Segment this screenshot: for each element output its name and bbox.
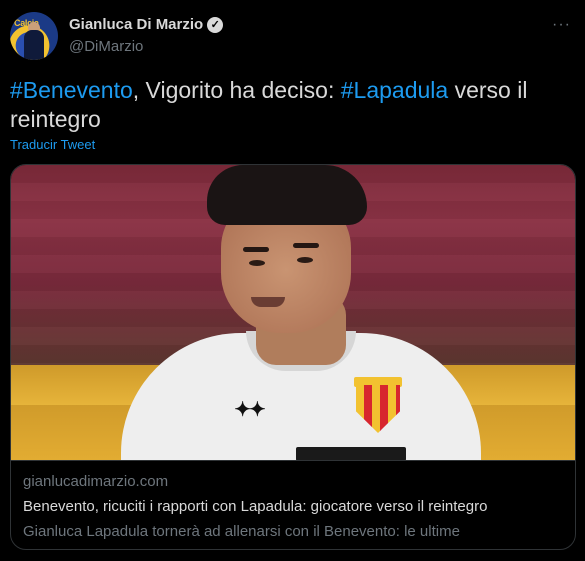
player-eye-left	[249, 260, 265, 266]
card-description: Gianluca Lapadula tornerà ad allenarsi c…	[23, 523, 460, 540]
avatar-figure	[24, 30, 44, 60]
card-image[interactable]: ✦✦	[11, 165, 575, 460]
more-options-icon[interactable]: ···	[552, 16, 571, 34]
card-domain: gianlucadimarzio.com	[23, 473, 169, 490]
card-info[interactable]: gianlucadimarzio.com Benevento, ricuciti…	[11, 460, 575, 549]
tweet-text-part-1: , Vigorito ha deciso:	[132, 77, 341, 103]
tweet-header: Calcia Gianluca Di Marzio ✓ @DiMarzio ··…	[10, 10, 575, 60]
author-handle[interactable]: @DiMarzio	[69, 38, 143, 55]
card-title: Benevento, ricuciti i rapporti con Lapad…	[23, 498, 488, 515]
author-name[interactable]: Gianluca Di Marzio	[69, 16, 203, 33]
translate-tweet-link[interactable]: Traducir Tweet	[10, 137, 95, 152]
verified-check-icon: ✓	[207, 16, 224, 33]
kappa-logo-icon: ✦✦	[234, 399, 266, 421]
player-mouth	[251, 297, 285, 307]
player-brow-left	[243, 247, 269, 252]
tweet: Calcia Gianluca Di Marzio ✓ @DiMarzio ··…	[0, 0, 585, 561]
shirt-sponsor-print	[296, 447, 406, 460]
hashtag-benevento[interactable]: #Benevento	[10, 77, 133, 103]
avatar[interactable]: Calcia	[10, 12, 58, 60]
tweet-text: #Benevento, Vigorito ha deciso: #Lapadul…	[10, 76, 565, 134]
player-brow-right	[293, 243, 319, 248]
author-name-row: Gianluca Di Marzio ✓	[69, 16, 224, 33]
hashtag-lapadula[interactable]: #Lapadula	[341, 77, 448, 103]
link-card[interactable]: ✦✦ gianlucadimarzio.com Benevento, ricuc…	[10, 164, 576, 550]
player-eye-right	[297, 257, 313, 263]
player-hair	[207, 165, 367, 225]
